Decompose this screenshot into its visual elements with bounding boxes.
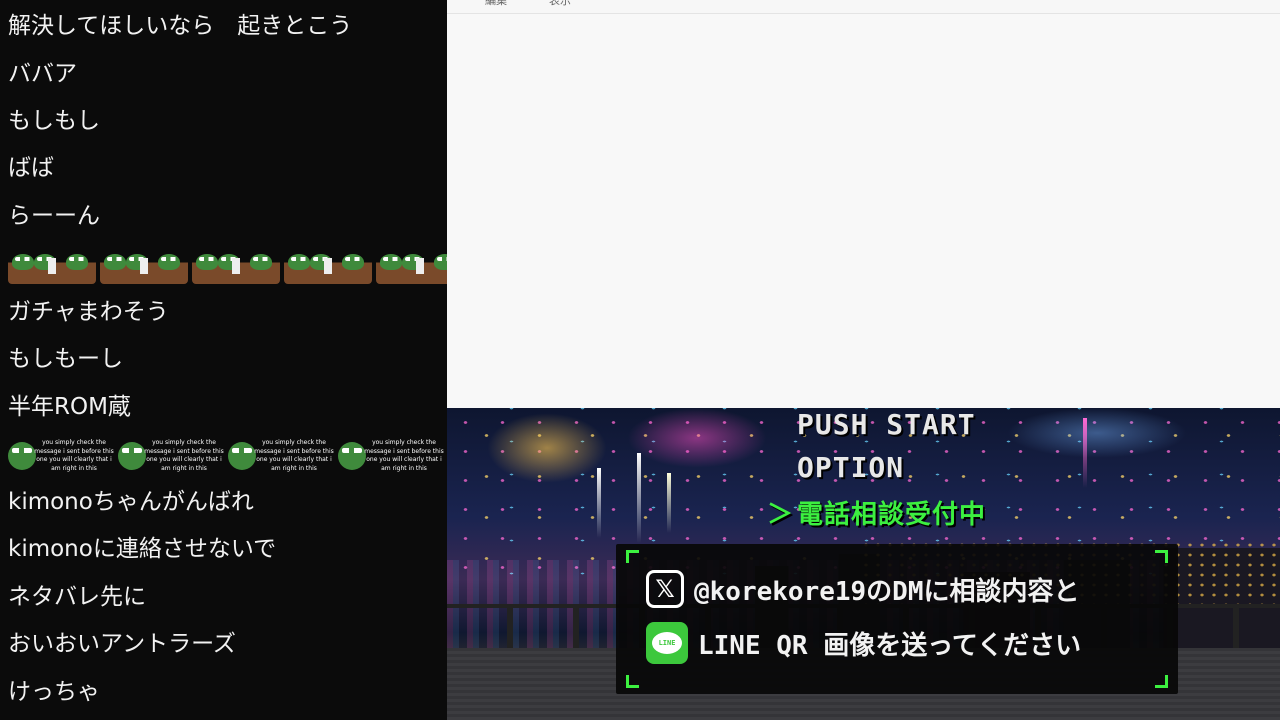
menu-bar: 編集 表示 [447, 0, 1280, 14]
dialog-corner [626, 675, 639, 688]
emote-row: you simply check the message i sent befo… [8, 438, 447, 474]
pepe-emote [192, 248, 280, 284]
chat-message: ネタバレ先に [8, 584, 146, 610]
consultation-label: 電話相談受付中 [797, 500, 987, 530]
firework-burst [487, 413, 607, 483]
chat-message: もしもーし [8, 346, 123, 372]
chat-message: らーーん [8, 203, 100, 229]
pepe-emote [284, 248, 372, 284]
dialog-row-x: 𝕏 @korekore19のDMに相談内容と [646, 570, 1080, 608]
pepe-sign-emote: you simply check the message i sent befo… [118, 438, 224, 474]
firework-burst [627, 408, 767, 468]
chat-message: もしもし [8, 108, 100, 134]
dialog-corner [1155, 675, 1168, 688]
stream-game-scene: PUSH START OPTION ＞ 電話相談受付中 𝕏 @korekore1… [447, 408, 1280, 720]
chat-message: ガチャまわそう [8, 299, 169, 325]
firework-streak [667, 473, 671, 533]
dialog-corner [1155, 550, 1168, 563]
line-logo-icon: LINE [646, 622, 688, 664]
message-dialog: 𝕏 @korekore19のDMに相談内容と LINE LINE QR 画像を送… [616, 544, 1178, 694]
emote-caption: you simply check the message i sent befo… [34, 439, 114, 472]
x-logo-icon: 𝕏 [646, 570, 684, 608]
firework-streak [597, 468, 601, 538]
pepe-emote [100, 248, 188, 284]
editor-canvas[interactable] [447, 14, 1280, 408]
emote-caption: you simply check the message i sent befo… [254, 439, 334, 472]
firework-streak [637, 453, 641, 543]
chat-message: ババア [8, 61, 77, 87]
dialog-corner [626, 550, 639, 563]
chat-message: kimonoちゃんがんばれ [8, 489, 254, 515]
dialog-line-2: LINE QR 画像を送ってください [698, 630, 1082, 661]
emote-caption: you simply check the message i sent befo… [144, 439, 224, 472]
pepe-emote [8, 248, 96, 284]
cursor-arrow-icon: ＞ [767, 500, 795, 530]
pepe-sign-emote: you simply check the message i sent befo… [8, 438, 114, 474]
push-start-label: PUSH START [797, 408, 976, 441]
emote-caption: you simply check the message i sent befo… [364, 439, 444, 472]
chat-message: けっちゃ [8, 679, 100, 705]
chat-message: ばば [8, 155, 54, 181]
dialog-line-1: @korekore19のDMに相談内容と [694, 576, 1080, 607]
option-label: OPTION [797, 451, 905, 484]
chat-message: kimonoに連絡させないで [8, 536, 277, 562]
emote-row [8, 248, 447, 284]
chat-message: おいおいアントラーズ [8, 631, 236, 657]
pepe-sign-emote: you simply check the message i sent befo… [338, 438, 444, 474]
pepe-emote [376, 248, 447, 284]
chat-message: 半年ROM蔵 [8, 394, 131, 420]
pepe-sign-emote: you simply check the message i sent befo… [228, 438, 334, 474]
menu-view[interactable]: 表示 [549, 0, 571, 8]
chat-panel: 解決してほしいなら 起きとこう ババア もしもし ばば らーーん ガチャまわそう… [0, 0, 447, 720]
menu-edit[interactable]: 編集 [485, 0, 507, 8]
firework-burst [1007, 408, 1187, 458]
dialog-row-line: LINE LINE QR 画像を送ってください [646, 622, 1081, 664]
chat-message: 解決してほしいなら 起きとこう [8, 13, 353, 39]
firework-streak [1083, 418, 1087, 488]
